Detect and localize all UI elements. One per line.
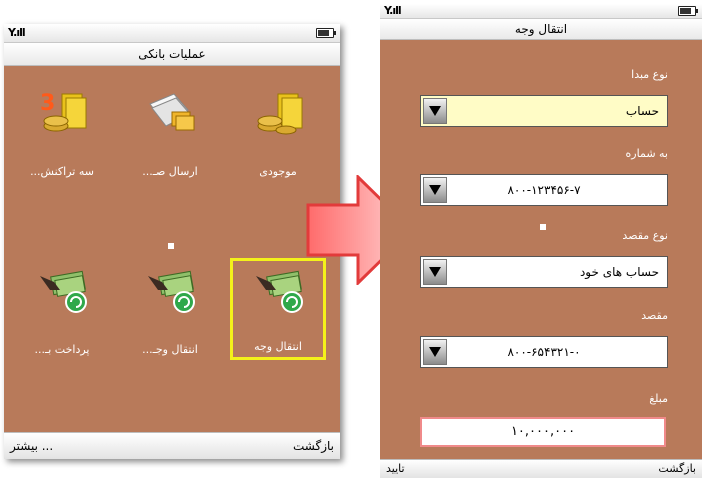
- menu-item-label: سه تراکنش...: [30, 165, 94, 178]
- menu-item-label: ارسال صـ...: [142, 165, 198, 178]
- to-number-label: به شماره: [625, 147, 668, 160]
- destination-select[interactable]: ۸۰۰-۶۵۴۳۲۱-۰: [420, 336, 668, 368]
- to-number-value: ۸۰۰-۱۲۳۴۵۶-۷: [507, 183, 581, 197]
- softkey-bar: تایید بازگشت: [380, 459, 702, 478]
- left-phone-screen: Y.ıll عملیات بانکی موجودی ارسال صـ... 3: [4, 24, 340, 459]
- amount-label: مبلغ: [649, 392, 668, 405]
- page-title: عملیات بانکی: [4, 43, 340, 66]
- confirm-softkey[interactable]: تایید: [386, 460, 405, 478]
- menu-item-label: پرداخت بـ...: [34, 343, 90, 356]
- send-statement-icon: [149, 93, 195, 131]
- chevron-down-icon[interactable]: [423, 177, 447, 203]
- destination-value: ۸۰۰-۶۵۴۳۲۱-۰: [507, 345, 581, 359]
- dest-type-select[interactable]: حساب های خود: [420, 256, 668, 288]
- right-phone-screen: Y.ıll انتقال وجه نوع مبدا حساب به شماره …: [380, 4, 702, 478]
- menu-item-label: انتقال وجه: [254, 340, 302, 353]
- more-softkey[interactable]: بیشتر ...: [10, 433, 53, 459]
- status-bar: Y.ıll: [4, 24, 340, 43]
- chevron-down-icon[interactable]: [423, 98, 447, 124]
- destination-label: مقصد: [641, 309, 668, 322]
- money-transfer-icon: [256, 270, 303, 313]
- source-type-label: نوع مبدا: [631, 68, 668, 81]
- menu-item-balance[interactable]: موجودی: [230, 80, 326, 182]
- battery-icon: [316, 28, 336, 38]
- source-type-value: حساب: [625, 104, 659, 118]
- status-bar: Y.ıll: [380, 4, 702, 19]
- separator-dot: [168, 243, 174, 249]
- money-transfer-icon: [148, 270, 195, 313]
- menu-item-label: انتقال وجـ...: [142, 343, 198, 356]
- balance-coins-icon: [257, 93, 303, 135]
- battery-icon: [678, 6, 698, 16]
- page-title: انتقال وجه: [380, 19, 702, 40]
- menu-item-money-transfer-2[interactable]: انتقال وجـ...: [122, 258, 218, 360]
- source-type-select[interactable]: حساب: [420, 95, 668, 127]
- to-number-select[interactable]: ۸۰۰-۱۲۳۴۵۶-۷: [420, 174, 668, 206]
- back-softkey[interactable]: بازگشت: [658, 460, 696, 478]
- dest-type-value: حساب های خود: [579, 265, 659, 279]
- dest-type-label: نوع مقصد: [622, 229, 668, 242]
- back-softkey[interactable]: بازگشت: [293, 433, 334, 459]
- bill-payment-icon: [40, 270, 87, 313]
- amount-input[interactable]: ۱۰,۰۰۰,۰۰۰: [420, 417, 666, 447]
- chevron-down-icon[interactable]: [423, 339, 447, 365]
- separator-dot: [540, 224, 546, 230]
- badge-number: 3: [40, 91, 55, 116]
- three-transactions-icon: 3: [40, 91, 87, 132]
- signal-icon: Y.ıll: [384, 4, 402, 17]
- chevron-down-icon[interactable]: [423, 259, 447, 285]
- softkey-bar: بیشتر ... بازگشت: [4, 432, 340, 459]
- menu-item-send-statement[interactable]: ارسال صـ...: [122, 80, 218, 182]
- menu-item-three-transactions[interactable]: 3 سه تراکنش...: [14, 80, 110, 182]
- signal-icon: Y.ıll: [8, 26, 26, 39]
- menu-item-bill-payment[interactable]: پرداخت بـ...: [14, 258, 110, 360]
